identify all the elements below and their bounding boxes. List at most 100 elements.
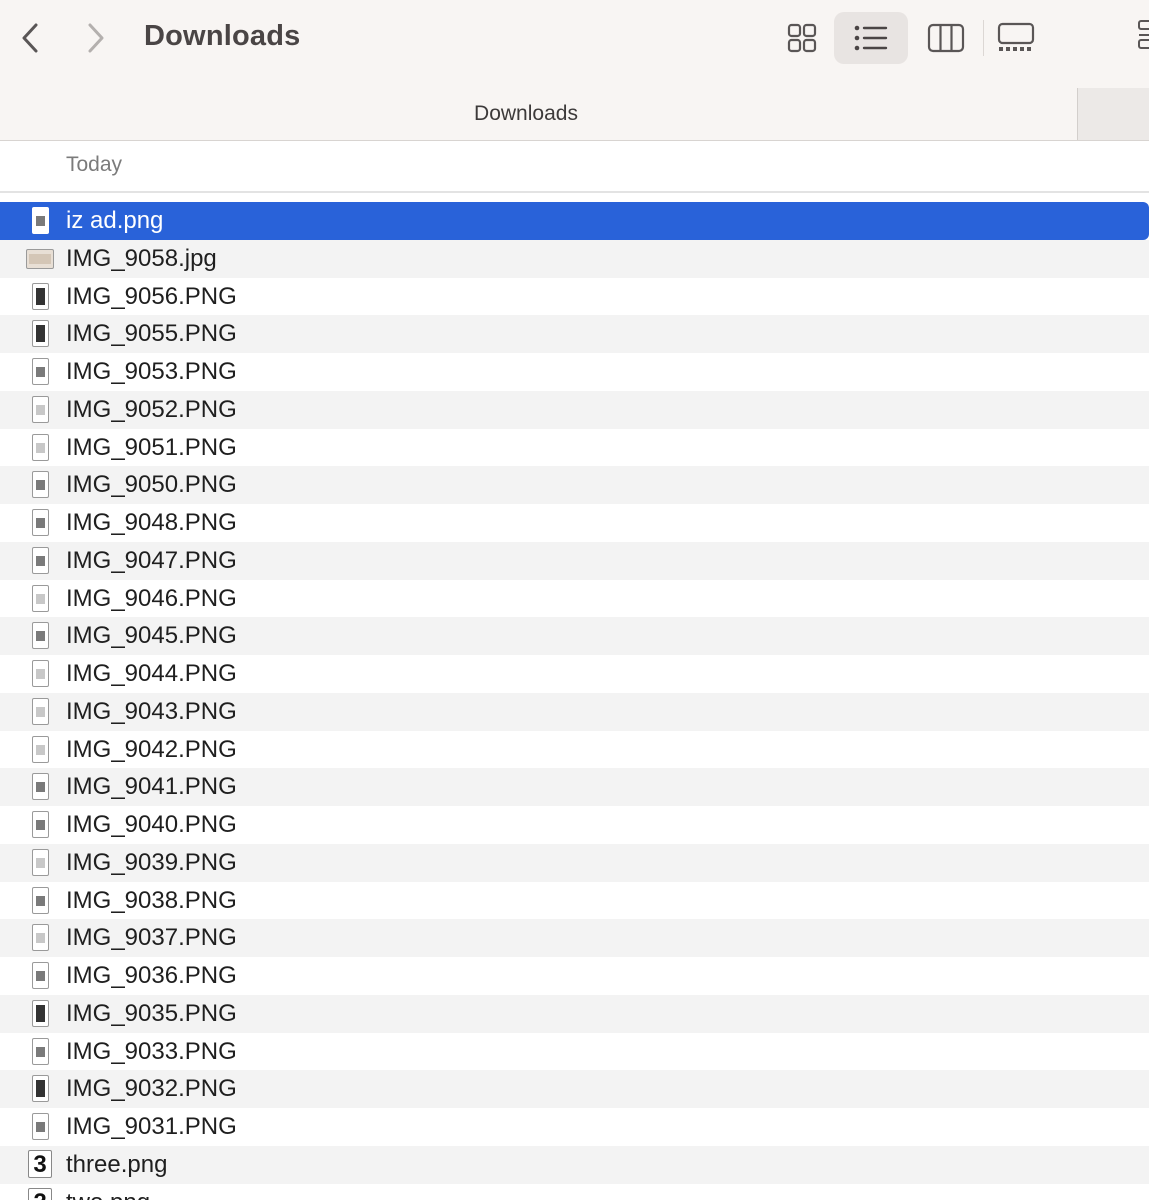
file-name: IMG_9031.PNG: [66, 1113, 237, 1140]
file-row[interactable]: IMG_9051.PNG: [0, 429, 1149, 467]
file-name: IMG_9053.PNG: [66, 358, 237, 385]
file-row[interactable]: IMG_9052.PNG: [0, 390, 1149, 429]
toolbar: Downloads: [0, 0, 1149, 88]
file-thumbnail-icon: [32, 811, 49, 838]
file-thumbnail-icon: [32, 773, 49, 801]
file-row[interactable]: IMG_9045.PNG: [0, 617, 1149, 655]
file-row[interactable]: IMG_9031.PNG: [0, 1108, 1149, 1146]
forward-button[interactable]: [76, 16, 116, 60]
file-name: IMG_9047.PNG: [66, 546, 237, 574]
column-header-tab[interactable]: [1077, 88, 1149, 140]
file-row[interactable]: IMG_9037.PNG: [0, 919, 1149, 957]
file-thumbnail-icon: 3: [28, 1149, 52, 1178]
file-row[interactable]: IMG_9032.PNG: [0, 1070, 1149, 1108]
file-row[interactable]: iz ad.png: [0, 202, 1149, 240]
file-name: IMG_9042.PNG: [66, 735, 237, 763]
file-row[interactable]: IMG_9040.PNG: [0, 806, 1149, 844]
file-row[interactable]: IMG_9046.PNG: [0, 580, 1149, 618]
list-view-icon: [854, 25, 888, 51]
file-name: IMG_9035.PNG: [66, 999, 237, 1027]
file-name: IMG_9044.PNG: [66, 660, 237, 687]
file-thumbnail-icon: [32, 320, 49, 348]
file-name: IMG_9052.PNG: [66, 395, 237, 423]
icon-view-grid-icon: [787, 23, 817, 53]
file-name: IMG_9056.PNG: [66, 282, 237, 310]
file-row[interactable]: IMG_9047.PNG: [0, 541, 1149, 580]
file-thumbnail-icon: [26, 248, 54, 269]
file-thumbnail-icon: [32, 358, 49, 385]
file-thumbnail-icon: [32, 433, 49, 461]
window-title: Downloads: [144, 20, 301, 52]
file-thumbnail-icon: [32, 207, 49, 234]
file-thumbnail-icon: [32, 999, 49, 1027]
file-thumbnail-icon: [32, 622, 49, 650]
file-row[interactable]: IMG_9050.PNG: [0, 466, 1149, 504]
file-name: IMG_9038.PNG: [66, 886, 237, 914]
file-thumbnail-icon: [32, 697, 49, 725]
file-name: IMG_9033.PNG: [66, 1037, 237, 1065]
file-thumbnail-icon: [32, 1037, 49, 1065]
file-row[interactable]: IMG_9056.PNG: [0, 278, 1149, 316]
file-name: IMG_9051.PNG: [66, 433, 237, 461]
file-row[interactable]: 3 three.png: [0, 1145, 1149, 1184]
gallery-view-button[interactable]: [990, 12, 1042, 64]
file-row[interactable]: IMG_9038.PNG: [0, 882, 1149, 920]
file-row[interactable]: IMG_9035.PNG: [0, 994, 1149, 1033]
file-thumbnail-icon: [32, 584, 49, 612]
file-name: IMG_9037.PNG: [66, 924, 237, 952]
file-thumbnail-icon: [32, 395, 49, 423]
file-row[interactable]: IMG_9036.PNG: [0, 957, 1149, 995]
file-thumbnail-icon: [32, 546, 49, 574]
group-icon: [1138, 20, 1149, 49]
column-view-button[interactable]: [920, 12, 972, 64]
file-row[interactable]: IMG_9043.PNG: [0, 692, 1149, 731]
icon-view-button[interactable]: [776, 12, 828, 64]
path-label: Downloads: [474, 102, 578, 125]
back-button[interactable]: [10, 16, 50, 60]
file-name: IMG_9048.PNG: [66, 509, 237, 536]
file-thumbnail-icon: [32, 886, 49, 914]
file-row[interactable]: IMG_9053.PNG: [0, 353, 1149, 391]
file-row[interactable]: IMG_9033.PNG: [0, 1033, 1149, 1071]
file-name: IMG_9040.PNG: [66, 811, 237, 838]
file-name: IMG_9046.PNG: [66, 584, 237, 612]
chevron-left-icon: [22, 23, 38, 53]
file-row[interactable]: IMG_9042.PNG: [0, 731, 1149, 769]
chevron-right-icon: [88, 23, 104, 53]
file-name: IMG_9036.PNG: [66, 962, 237, 989]
file-name: IMG_9039.PNG: [66, 848, 237, 876]
file-thumbnail-icon: [32, 1113, 49, 1140]
group-header: Today: [0, 141, 1149, 193]
file-thumbnail-icon: [32, 735, 49, 763]
finder-window: Downloads Downloads Today iz ad.png IMG_…: [0, 0, 1149, 1200]
file-thumbnail-icon: [32, 848, 49, 876]
file-list: iz ad.png IMG_9058.jpg IMG_9056.PNG IMG_905…: [0, 202, 1149, 1200]
column-header: Downloads: [0, 88, 1149, 141]
file-row[interactable]: IMG_9048.PNG: [0, 504, 1149, 542]
file-name: IMG_9050.PNG: [66, 471, 237, 499]
column-view-icon: [927, 23, 965, 53]
group-by-button[interactable]: [1128, 14, 1149, 64]
gallery-view-icon: [997, 22, 1035, 51]
file-row[interactable]: IMG_9055.PNG: [0, 315, 1149, 353]
file-row[interactable]: IMG_9041.PNG: [0, 768, 1149, 806]
file-name: IMG_9045.PNG: [66, 622, 237, 650]
file-thumbnail-icon: [32, 1075, 49, 1103]
file-thumbnail-icon: [32, 660, 49, 687]
file-name: IMG_9041.PNG: [66, 773, 237, 801]
file-thumbnail-icon: 2: [28, 1187, 52, 1200]
group-label: Today: [66, 153, 123, 176]
file-row[interactable]: IMG_9058.jpg: [0, 239, 1149, 278]
file-thumbnail-icon: [32, 962, 49, 989]
toolbar-divider: [983, 20, 984, 56]
file-thumbnail-icon: [32, 282, 49, 310]
file-row[interactable]: IMG_9039.PNG: [0, 843, 1149, 882]
file-name: IMG_9058.jpg: [66, 244, 217, 272]
file-row[interactable]: IMG_9044.PNG: [0, 655, 1149, 693]
file-thumbnail-icon: [32, 471, 49, 499]
file-name: iz ad.png: [66, 207, 164, 234]
file-row[interactable]: 2 two.png: [0, 1184, 1149, 1200]
file-name: IMG_9032.PNG: [66, 1075, 237, 1103]
list-view-button[interactable]: [834, 12, 908, 64]
file-name: three.png: [66, 1150, 168, 1178]
